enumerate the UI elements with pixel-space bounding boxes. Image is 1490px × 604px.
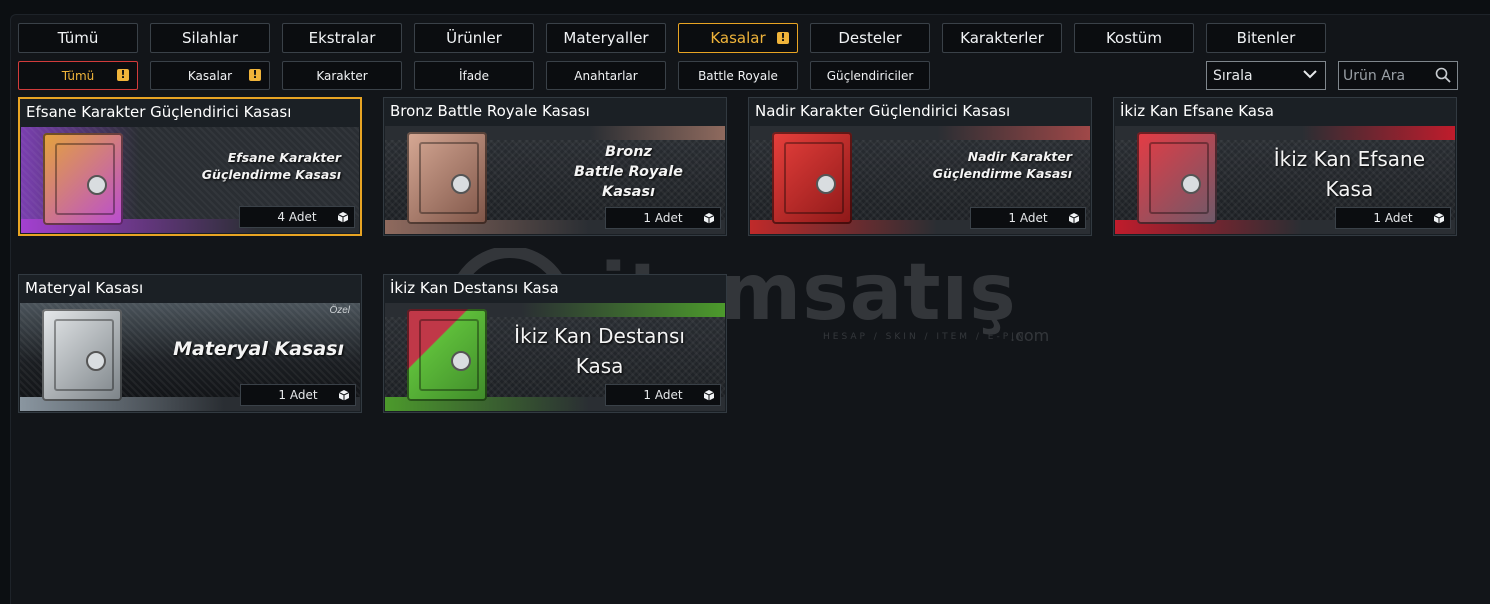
banner-caption: Nadir Karakter Güçlendirme Kasası — [932, 149, 1072, 181]
tab-label: Materyaller — [563, 29, 649, 47]
subtab-karakter[interactable]: Karakter — [282, 61, 402, 90]
tab-label: Kasalar — [710, 29, 766, 47]
subtab-anahtarlar[interactable]: Anahtarlar — [546, 61, 666, 90]
safe-icon — [407, 309, 487, 401]
tab-label: Ekstralar — [308, 29, 376, 47]
item-banner: Nadir Karakter Güçlendirme Kasası 1 Adet — [750, 126, 1090, 234]
subtab-label: Tümü — [61, 68, 95, 83]
tab-label: Silahlar — [181, 29, 239, 47]
sort-dropdown[interactable]: Sırala — [1206, 61, 1326, 90]
box-icon — [1068, 213, 1080, 224]
tab-label: Karakterler — [960, 29, 1044, 47]
box-icon — [338, 390, 350, 401]
quantity-badge: 4 Adet — [239, 206, 355, 228]
safe-icon — [43, 133, 123, 225]
safe-icon — [772, 132, 852, 224]
sort-label: Sırala — [1213, 67, 1253, 84]
subtab-label: Karakter — [316, 68, 368, 83]
subtab-label: Anahtarlar — [574, 68, 638, 83]
tab-bitenler[interactable]: Bitenler — [1206, 23, 1326, 53]
banner-caption: Bronz Battle Royale Kasası — [574, 144, 683, 200]
item-banner: Efsane Karakter Güçlendirme Kasası 4 Adet — [21, 127, 359, 233]
tab-label: Tümü — [57, 29, 99, 47]
item-card-ikiz-kan-destansi[interactable]: İkiz Kan Destansı Kasa İkiz Kan Destansı… — [383, 274, 727, 413]
quantity-badge: 1 Adet — [605, 207, 721, 229]
item-title: Materyal Kasası — [19, 275, 361, 303]
item-card-nadir-karakter[interactable]: Nadir Karakter Güçlendirici Kasası Nadir… — [748, 97, 1092, 236]
search-input[interactable] — [1339, 62, 1433, 89]
tab-label: Desteler — [838, 29, 902, 47]
subtab-label: İfade — [458, 68, 490, 83]
item-card-ikiz-kan-efsane[interactable]: İkiz Kan Efsane Kasa İkiz Kan Efsane Kasa… — [1113, 97, 1457, 236]
banner-caption: Materyal Kasası — [173, 338, 344, 360]
subtab-battle-royale[interactable]: Battle Royale — [678, 61, 798, 90]
subtab-guclendiriciler[interactable]: Güçlendiriciler — [810, 61, 930, 90]
quantity-badge: 1 Adet — [1335, 207, 1451, 229]
item-title: Efsane Karakter Güçlendirici Kasası — [20, 99, 360, 127]
subtab-ifade[interactable]: İfade — [414, 61, 534, 90]
item-title: İkiz Kan Efsane Kasa — [1114, 98, 1456, 126]
banner-caption: İkiz Kan Destansı Kasa — [514, 324, 685, 378]
subtab-tumu[interactable]: Tümü! — [18, 61, 138, 90]
tab-materyaller[interactable]: Materyaller — [546, 23, 666, 53]
subtab-label: Güçlendiriciler — [826, 68, 914, 83]
item-banner: Bronz Battle Royale Kasası 1 Adet — [385, 126, 725, 234]
item-title: Bronz Battle Royale Kasası — [384, 98, 726, 126]
warning-icon: ! — [117, 69, 129, 81]
tab-label: Bitenler — [1236, 29, 1296, 47]
tab-label: Ürünler — [446, 29, 502, 47]
tab-ekstralar[interactable]: Ekstralar — [282, 23, 402, 53]
item-banner: İkiz Kan Efsane Kasa 1 Adet — [1115, 126, 1455, 234]
chevron-down-icon — [1303, 70, 1317, 79]
tab-silahlar[interactable]: Silahlar — [150, 23, 270, 53]
box-icon — [1433, 213, 1445, 224]
tab-urunler[interactable]: Ürünler — [414, 23, 534, 53]
warning-icon: ! — [777, 32, 789, 44]
quantity-badge: 1 Adet — [240, 384, 356, 406]
subtab-kasalar[interactable]: Kasalar! — [150, 61, 270, 90]
item-title: Nadir Karakter Güçlendirici Kasası — [749, 98, 1091, 126]
subtab-label: Battle Royale — [698, 68, 778, 83]
tab-tumu[interactable]: Tümü — [18, 23, 138, 53]
subtab-label: Kasalar — [187, 68, 233, 83]
banner-caption: İkiz Kan Efsane Kasa — [1273, 147, 1425, 201]
item-title: İkiz Kan Destansı Kasa — [384, 275, 726, 303]
tab-kostum[interactable]: Kostüm — [1074, 23, 1194, 53]
safe-icon — [1137, 132, 1217, 224]
search-icon[interactable] — [1435, 67, 1451, 83]
box-icon — [703, 213, 715, 224]
tab-kasalar[interactable]: Kasalar! — [678, 23, 798, 53]
warning-icon: ! — [249, 69, 261, 81]
quantity-badge: 1 Adet — [605, 384, 721, 406]
tab-karakterler[interactable]: Karakterler — [942, 23, 1062, 53]
item-banner: İkiz Kan Destansı Kasa 1 Adet — [385, 303, 725, 411]
special-badge: Özel — [329, 305, 350, 316]
safe-icon — [42, 309, 122, 401]
main-tab-bar: Tümü Silahlar Ekstralar Ürünler Materyal… — [18, 23, 1338, 53]
search-box — [1338, 61, 1458, 90]
safe-icon — [407, 132, 487, 224]
sub-tab-bar: Tümü! Kasalar! Karakter İfade Anahtarlar… — [18, 61, 942, 91]
item-card-efsane-karakter[interactable]: Efsane Karakter Güçlendirici Kasası Efsa… — [18, 97, 362, 236]
tab-desteler[interactable]: Desteler — [810, 23, 930, 53]
item-banner: Özel Materyal Kasası 1 Adet — [20, 303, 360, 411]
box-icon — [337, 212, 349, 223]
tab-label: Kostüm — [1105, 29, 1163, 47]
banner-caption: Efsane Karakter Güçlendirme Kasası — [201, 150, 341, 182]
item-card-bronz-battle-royale[interactable]: Bronz Battle Royale Kasası Bronz Battle R… — [383, 97, 727, 236]
item-card-materyal[interactable]: Materyal Kasası Özel Materyal Kasası 1 A… — [18, 274, 362, 413]
box-icon — [703, 390, 715, 401]
quantity-badge: 1 Adet — [970, 207, 1086, 229]
